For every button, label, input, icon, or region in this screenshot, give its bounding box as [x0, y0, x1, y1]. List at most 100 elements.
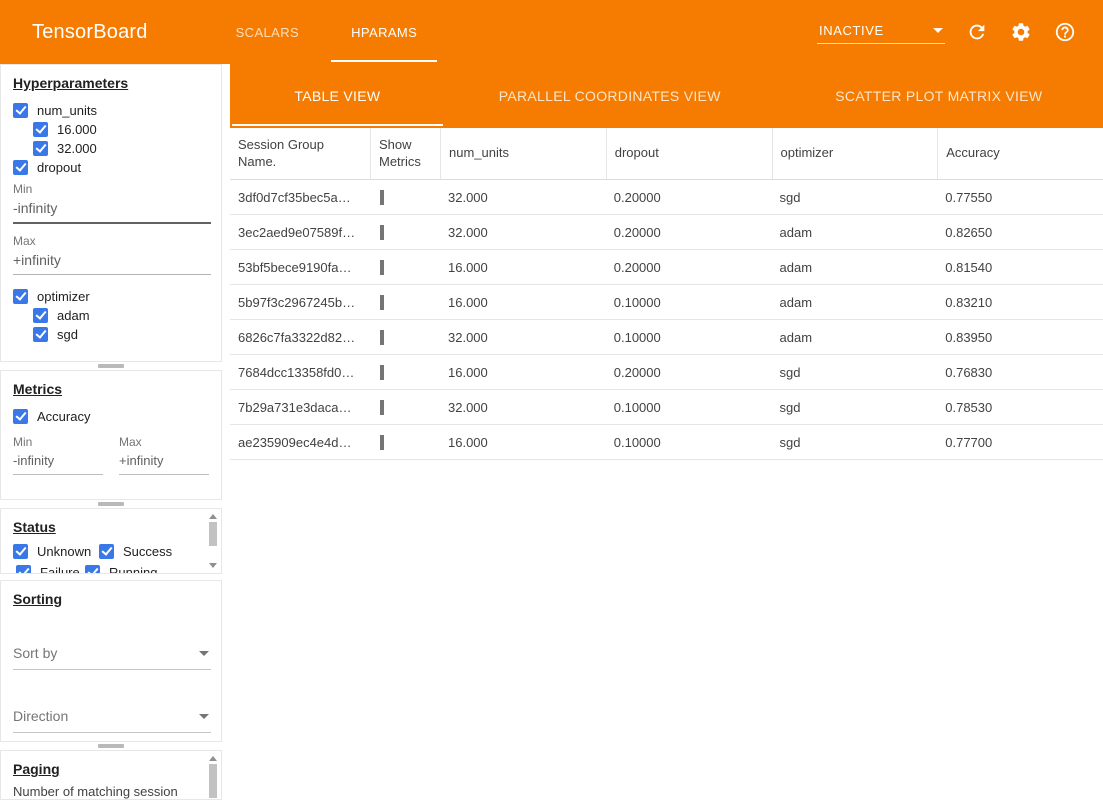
refresh-icon[interactable] — [965, 20, 989, 44]
show-metrics-cell — [370, 330, 440, 345]
accuracy-cell: 0.83210 — [937, 295, 1103, 310]
checkbox-num-units-32[interactable]: 32.000 — [33, 139, 209, 157]
show-metrics-cell — [370, 435, 440, 450]
sort-by-value: Sort by — [13, 645, 57, 661]
help-icon[interactable] — [1053, 20, 1077, 44]
table-header-row: Session Group Name. Show Metrics num_uni… — [230, 128, 1103, 180]
show-metrics-checkbox[interactable] — [380, 260, 384, 275]
splitter — [0, 742, 222, 750]
status-scrollbar[interactable] — [208, 514, 218, 568]
session-group-name: 3ec2aed9e07589f… — [230, 225, 370, 240]
num-units-cell: 16.000 — [440, 435, 606, 450]
checkbox-num-units[interactable]: num_units — [13, 101, 209, 119]
direction-select[interactable]: Direction — [13, 706, 211, 733]
checkbox-icon[interactable] — [85, 565, 100, 575]
dropout-max-label: Max — [13, 234, 209, 248]
checkbox-status-unknown[interactable]: Unknown — [13, 542, 99, 560]
show-metrics-checkbox[interactable] — [380, 190, 384, 205]
optimizer-cell: adam — [772, 225, 938, 240]
optimizer-cell: sgd — [772, 190, 938, 205]
splitter — [0, 362, 222, 370]
dropout-cell: 0.20000 — [606, 190, 772, 205]
scroll-thumb[interactable] — [209, 522, 217, 546]
checkbox-status-success[interactable]: Success — [99, 542, 193, 560]
sorting-title: Sorting — [13, 591, 209, 607]
metrics-min-input[interactable] — [13, 449, 103, 475]
status-options: Unknown Success Failure Running — [13, 542, 209, 574]
checkbox-status-running[interactable]: Running — [85, 563, 193, 574]
reload-status-dropdown[interactable]: INACTIVE — [817, 21, 945, 44]
checkbox-icon[interactable] — [99, 544, 114, 559]
accuracy-cell: 0.77550 — [937, 190, 1103, 205]
checkbox-icon[interactable] — [33, 327, 48, 342]
checkbox-label: 16.000 — [57, 122, 97, 137]
col-accuracy: Accuracy — [937, 128, 1103, 179]
paging-section: Paging Number of matching session groups… — [0, 750, 222, 800]
checkbox-icon[interactable] — [33, 122, 48, 137]
checkbox-label: Failure — [40, 565, 80, 575]
matching-session-groups-text: Number of matching session groups: 8 — [13, 783, 197, 800]
accuracy-cell: 0.83950 — [937, 330, 1103, 345]
drag-handle[interactable] — [98, 502, 124, 506]
checkbox-accuracy[interactable]: Accuracy — [13, 407, 209, 425]
checkbox-icon[interactable] — [33, 308, 48, 323]
tensorboard-app: TensorBoard SCALARS HPARAMS INACTIVE — [0, 0, 1103, 800]
checkbox-label: optimizer — [37, 289, 90, 304]
paging-scrollbar[interactable] — [208, 756, 218, 794]
drag-handle[interactable] — [98, 364, 124, 368]
scroll-up-icon[interactable] — [209, 756, 217, 761]
session-group-name: 6826c7fa3322d82… — [230, 330, 370, 345]
sort-by-select[interactable]: Sort by — [13, 643, 211, 670]
show-metrics-checkbox[interactable] — [380, 365, 384, 380]
col-num-units: num_units — [440, 128, 606, 179]
chevron-down-icon — [199, 714, 209, 719]
checkbox-optimizer-sgd[interactable]: sgd — [33, 325, 209, 343]
dropout-min-input[interactable] — [13, 196, 211, 224]
drag-handle[interactable] — [98, 744, 124, 748]
table-row: 7b29a731e3daca… 32.000 0.10000 sgd 0.785… — [230, 390, 1103, 425]
tab-parallel-coordinates-view[interactable]: PARALLEL COORDINATES VIEW — [445, 64, 775, 128]
checkbox-label: 32.000 — [57, 141, 97, 156]
session-group-name: 53bf5bece9190fa… — [230, 260, 370, 275]
scroll-down-icon[interactable] — [209, 563, 217, 568]
checkbox-icon[interactable] — [16, 565, 31, 575]
show-metrics-checkbox[interactable] — [380, 435, 384, 450]
show-metrics-checkbox[interactable] — [380, 295, 384, 310]
checkbox-num-units-16[interactable]: 16.000 — [33, 120, 209, 138]
metrics-max-input[interactable] — [119, 449, 209, 475]
accuracy-cell: 0.81540 — [937, 260, 1103, 275]
accuracy-cell: 0.77700 — [937, 435, 1103, 450]
table-row: 5b97f3c2967245b… 16.000 0.10000 adam 0.8… — [230, 285, 1103, 320]
gear-icon[interactable] — [1009, 20, 1033, 44]
checkbox-icon[interactable] — [13, 289, 28, 304]
checkbox-icon[interactable] — [13, 160, 28, 175]
direction-value: Direction — [13, 708, 68, 724]
scroll-thumb[interactable] — [209, 764, 217, 798]
accuracy-cell: 0.76830 — [937, 365, 1103, 380]
tab-scalars[interactable]: SCALARS — [210, 0, 326, 64]
checkbox-dropout[interactable]: dropout — [13, 158, 209, 176]
show-metrics-checkbox[interactable] — [380, 400, 384, 415]
dropout-max-input[interactable] — [13, 248, 211, 275]
table-row: 53bf5bece9190fa… 16.000 0.20000 adam 0.8… — [230, 250, 1103, 285]
checkbox-icon[interactable] — [13, 409, 28, 424]
scroll-up-icon[interactable] — [209, 514, 217, 519]
tab-scatter-plot-matrix-view[interactable]: SCATTER PLOT MATRIX VIEW — [775, 64, 1103, 128]
show-metrics-checkbox[interactable] — [380, 330, 384, 345]
dropout-cell: 0.20000 — [606, 260, 772, 275]
tab-table-view[interactable]: TABLE VIEW — [230, 64, 445, 128]
checkbox-icon[interactable] — [33, 141, 48, 156]
checkbox-icon[interactable] — [13, 544, 28, 559]
checkbox-optimizer-adam[interactable]: adam — [33, 306, 209, 324]
metrics-minmax: Min Max — [13, 435, 209, 475]
show-metrics-checkbox[interactable] — [380, 225, 384, 240]
tab-hparams[interactable]: HPARAMS — [325, 0, 443, 64]
table-row: 3df0d7cf35bec5a… 32.000 0.20000 sgd 0.77… — [230, 180, 1103, 215]
top-right-controls: INACTIVE — [817, 0, 1103, 64]
show-metrics-cell — [370, 365, 440, 380]
table-row: 7684dcc13358fd0… 16.000 0.20000 sgd 0.76… — [230, 355, 1103, 390]
session-group-name: 7684dcc13358fd0… — [230, 365, 370, 380]
num-units-cell: 32.000 — [440, 225, 606, 240]
checkbox-icon[interactable] — [13, 103, 28, 118]
checkbox-optimizer[interactable]: optimizer — [13, 287, 209, 305]
